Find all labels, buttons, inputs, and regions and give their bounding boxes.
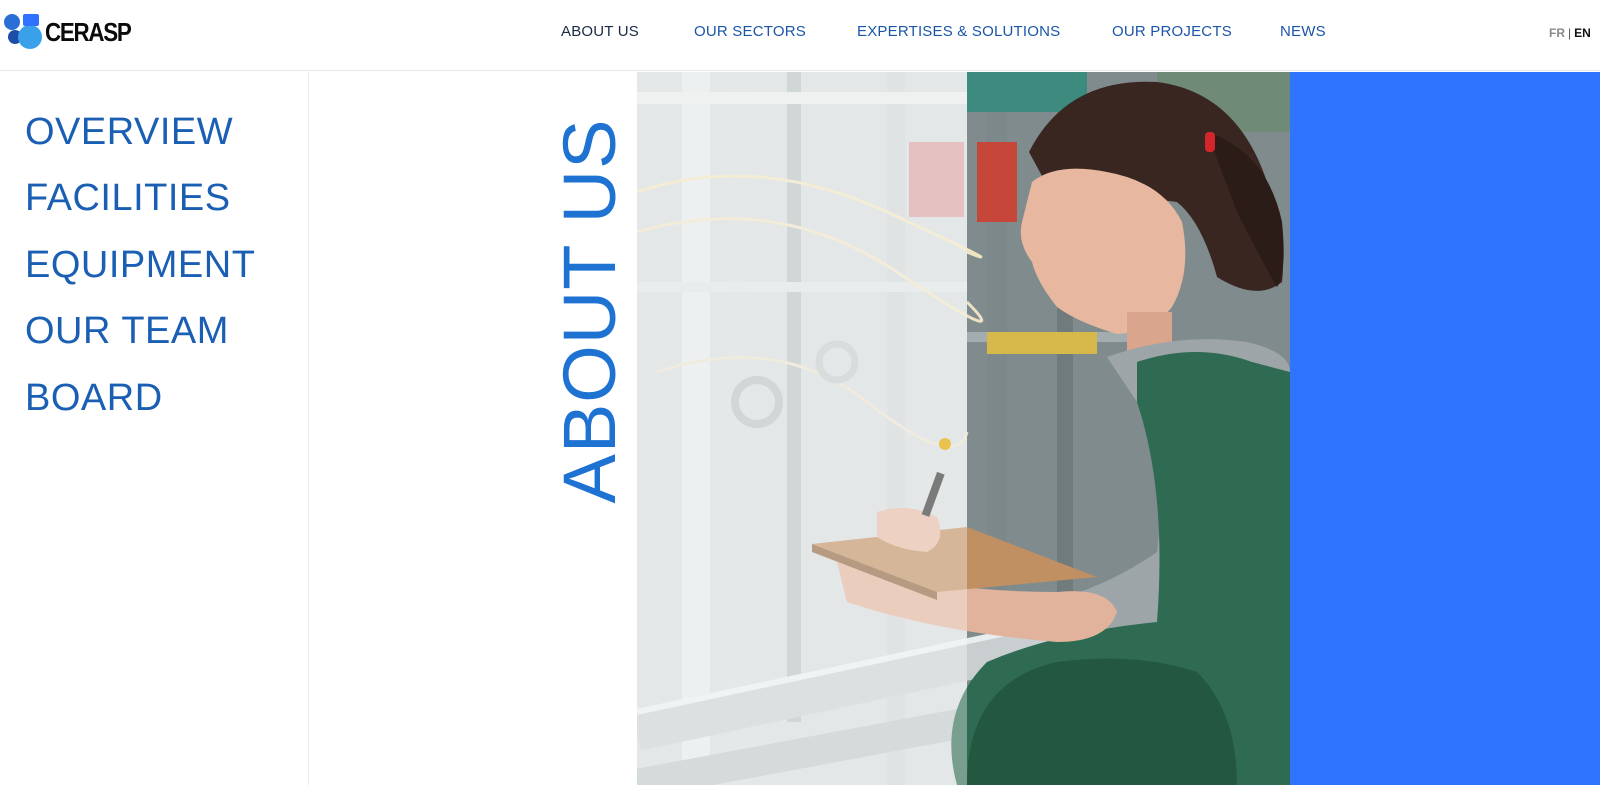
nav-our-projects[interactable]: OUR PROJECTS — [1112, 23, 1232, 40]
accent-panel — [1290, 72, 1600, 785]
lang-fr[interactable]: FR — [1549, 26, 1565, 40]
lang-en[interactable]: EN — [1574, 26, 1591, 40]
language-switcher: FR | EN — [1549, 26, 1591, 40]
site-header: CERASP ABOUT US OUR SECTORS EXPERTISES &… — [0, 0, 1600, 71]
page-title: ABOUT US — [556, 118, 624, 504]
sidebar-item-equipment[interactable]: EQUIPMENT — [25, 243, 255, 287]
nav-about-us[interactable]: ABOUT US — [561, 23, 639, 40]
brand-logo[interactable]: CERASP — [3, 12, 144, 52]
sidebar-item-our-team[interactable]: OUR TEAM — [25, 309, 229, 353]
lang-separator: | — [1568, 26, 1572, 40]
hero-photo — [637, 72, 1290, 785]
factory-worker-illustration — [637, 72, 1290, 785]
sidebar-item-board[interactable]: BOARD — [25, 376, 163, 420]
sidebar-item-facilities[interactable]: FACILITIES — [25, 176, 231, 220]
sidebar-item-overview[interactable]: OVERVIEW — [25, 110, 233, 154]
nav-our-sectors[interactable]: OUR SECTORS — [694, 23, 806, 40]
about-sidebar: OVERVIEW FACILITIES EQUIPMENT OUR TEAM B… — [0, 72, 309, 785]
cerasp-logo-icon — [3, 12, 43, 52]
nav-expertises-solutions[interactable]: EXPERTISES & SOLUTIONS — [857, 23, 1060, 40]
page-title-vertical: ABOUT US — [556, 115, 624, 507]
brand-name: CERASP — [45, 16, 132, 47]
nav-news[interactable]: NEWS — [1280, 23, 1326, 40]
